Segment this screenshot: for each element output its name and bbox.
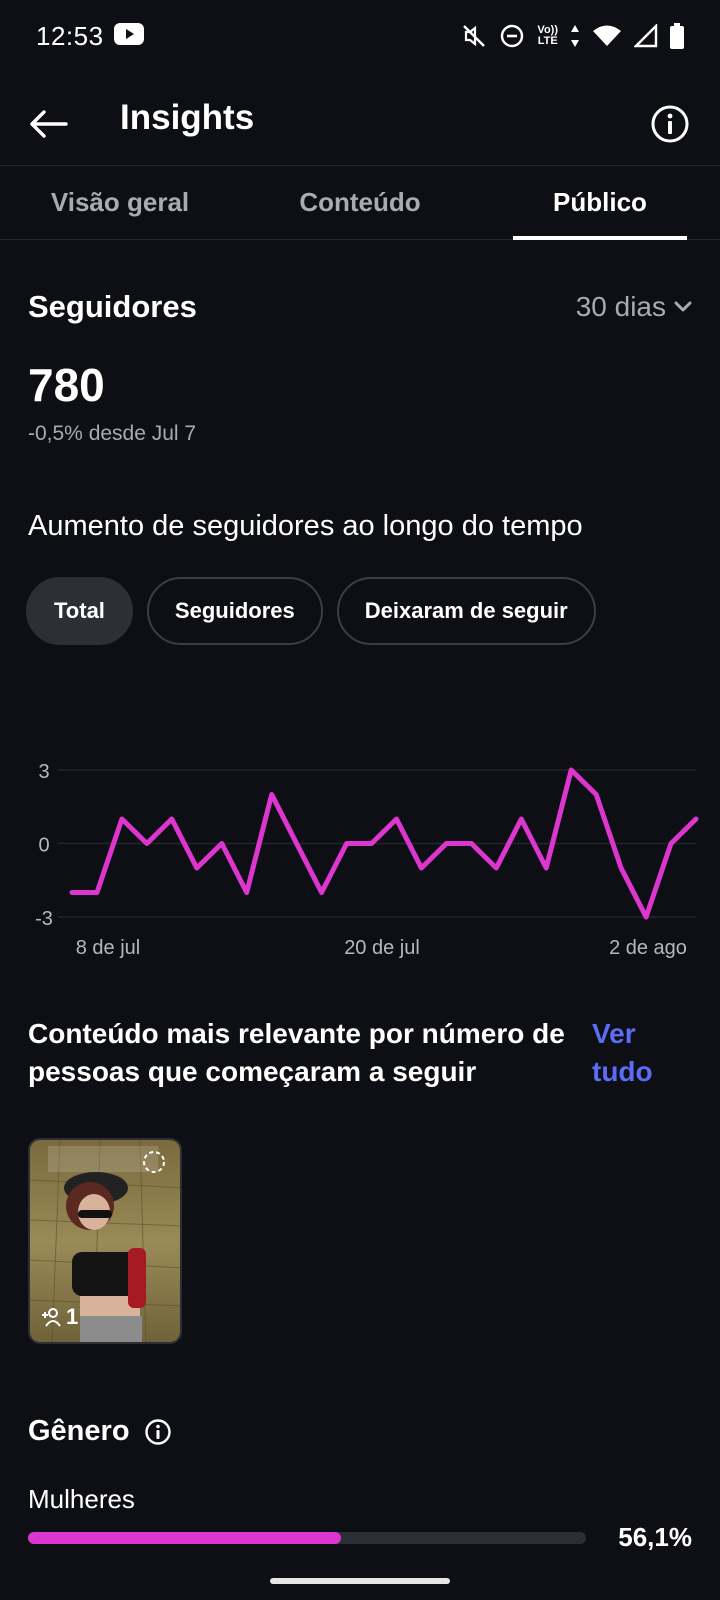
youtube-icon: [113, 22, 144, 50]
status-right: Vo)) LTE: [461, 23, 684, 49]
chart-x-tick-label: 2 de ago: [609, 937, 687, 959]
volte-icon: Vo)) LTE: [537, 24, 558, 47]
home-indicator[interactable]: [270, 1578, 450, 1584]
wifi-icon: [592, 24, 622, 48]
chart-y-tick-label: 0: [38, 835, 49, 857]
chip-total[interactable]: Total: [26, 577, 133, 645]
followers-header: Seguidores 30 dias: [28, 282, 692, 332]
thumbnail-count-value: 1: [66, 1304, 79, 1329]
top-content-title: Conteúdo mais relevante por número de pe…: [28, 1018, 565, 1087]
chip-followers[interactable]: Seguidores: [146, 577, 323, 645]
chevron-down-icon: [674, 301, 692, 312]
chart-x-tick-label: 8 de jul: [76, 937, 141, 959]
gender-female-bar-fill: [28, 1532, 342, 1544]
app-header: Insights: [0, 84, 720, 164]
tab-audience[interactable]: Público: [480, 166, 720, 240]
battery-icon: [670, 23, 684, 49]
dnd-icon: [499, 23, 525, 49]
add-person-icon: [42, 1308, 61, 1327]
chip-unfollowed[interactable]: Deixaram de seguir: [336, 577, 596, 645]
followers-delta: -0,5% desde Jul 7: [28, 422, 197, 445]
period-label: 30 dias: [575, 291, 666, 322]
period-dropdown[interactable]: 30 dias: [576, 291, 692, 323]
see-all-link[interactable]: Ver tudo: [592, 1015, 682, 1091]
status-time: 12:53: [36, 20, 104, 51]
page-title: Insights: [120, 98, 255, 137]
gender-title: Gênero: [28, 1415, 130, 1447]
back-button[interactable]: [24, 100, 72, 148]
mute-icon: [461, 23, 487, 49]
thumbnail-follow-count: 1: [40, 1304, 78, 1330]
info-button[interactable]: [644, 98, 696, 150]
status-left: 12:53: [36, 21, 144, 52]
followers-title: Seguidores: [28, 289, 197, 324]
followers-growth-chart: 3 0 -3 8 de jul 20 de jul 2 de ago: [35, 761, 699, 959]
tab-content[interactable]: Conteúdo: [240, 166, 480, 239]
content-thumbnail[interactable]: 1: [28, 1138, 182, 1344]
gender-female-percent: 56,1%: [618, 1522, 692, 1552]
signal-icon: [634, 24, 658, 48]
status-bar: 12:53 Vo)) LTE: [0, 0, 720, 72]
info-icon: [651, 105, 689, 143]
arrow-left-icon: [30, 110, 68, 138]
gender-female-label: Mulheres: [28, 1484, 135, 1514]
chart-x-tick-label: 20 de jul: [344, 937, 420, 959]
tab-bar: Visão geral Conteúdo Público: [0, 165, 720, 240]
chart-filter-chips: Total Seguidores Deixaram de seguir: [26, 577, 596, 645]
chart-y-tick-label: -3: [35, 908, 53, 930]
tab-overview[interactable]: Visão geral: [0, 166, 240, 239]
info-icon[interactable]: [144, 1418, 172, 1446]
growth-chart-title: Aumento de seguidores ao longo do tempo: [28, 510, 583, 542]
gender-header: Gênero: [28, 1415, 172, 1448]
gender-female-bar: [28, 1532, 586, 1544]
data-arrows-icon: [570, 24, 580, 48]
chart-y-tick-label: 3: [38, 761, 49, 783]
followers-count: 780: [28, 359, 105, 411]
